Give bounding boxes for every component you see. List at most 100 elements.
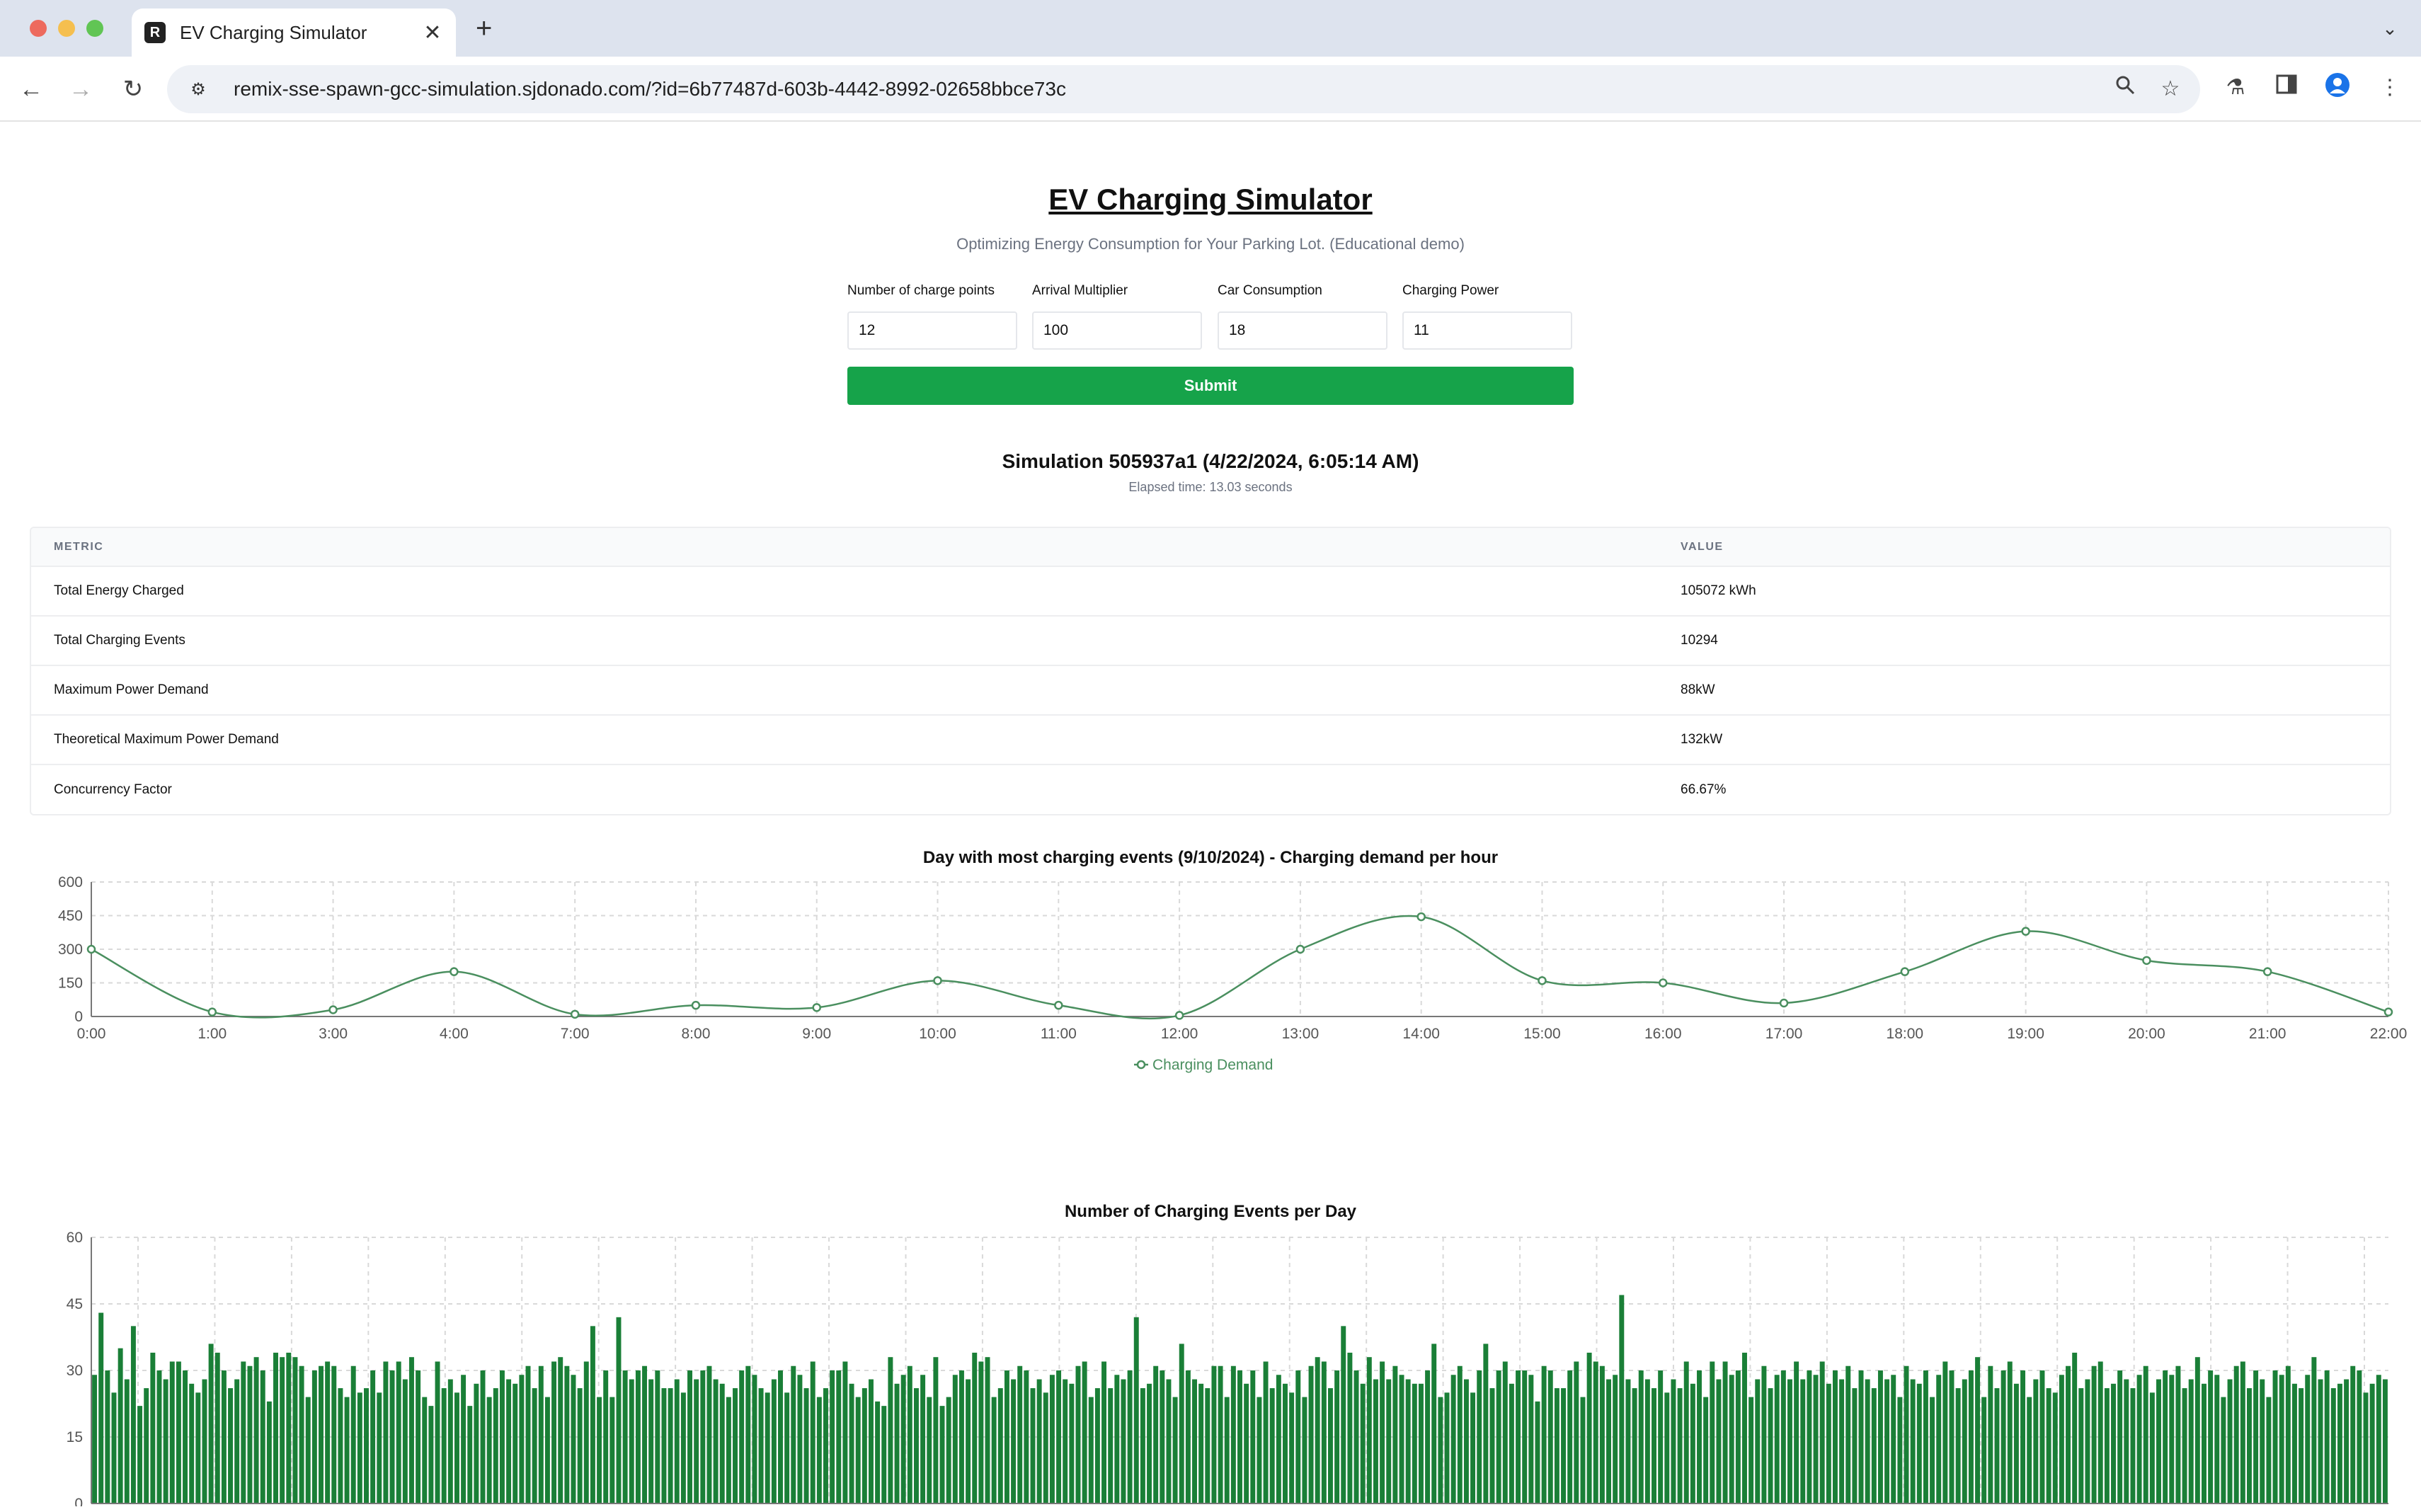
- bar: [377, 1392, 382, 1504]
- arrival-multiplier-input[interactable]: [1032, 311, 1202, 350]
- bar: [616, 1317, 622, 1504]
- x-tick-label: 20:00: [2128, 1026, 2165, 1042]
- bar: [1884, 1379, 1890, 1504]
- bar: [1871, 1388, 1877, 1504]
- more-menu-icon[interactable]: ⋮: [2374, 72, 2405, 103]
- new-tab-icon[interactable]: +: [476, 13, 492, 45]
- forward-arrow-icon[interactable]: →: [65, 74, 96, 105]
- bar: [2104, 1388, 2110, 1504]
- address-bar[interactable]: ⚙ remix-sse-spawn-gcc-simulation.sjdonad…: [167, 65, 2200, 113]
- bar: [1535, 1401, 1540, 1504]
- bar: [2272, 1370, 2278, 1504]
- bar: [1444, 1392, 1450, 1504]
- browser-tab[interactable]: R EV Charging Simulator ✕: [132, 8, 456, 57]
- bar: [597, 1397, 602, 1504]
- bar: [2350, 1365, 2356, 1504]
- side-panel-icon[interactable]: [2271, 72, 2302, 103]
- bar: [2357, 1370, 2362, 1504]
- bar: [1211, 1365, 1217, 1504]
- charge-points-input[interactable]: [847, 311, 1017, 350]
- bar: [784, 1392, 790, 1504]
- bar: [958, 1370, 964, 1504]
- bar: [111, 1392, 117, 1504]
- bar: [280, 1357, 285, 1504]
- profile-avatar-icon[interactable]: [2322, 72, 2353, 103]
- browser-toolbar: ← → ↻ ⚙ remix-sse-spawn-gcc-simulation.s…: [0, 57, 2421, 122]
- bar: [2124, 1379, 2129, 1504]
- bar: [694, 1379, 699, 1504]
- bar: [2330, 1388, 2336, 1504]
- bookmark-star-icon[interactable]: ☆: [2155, 74, 2186, 105]
- bar: [1664, 1392, 1670, 1504]
- x-tick-label: 1:00: [198, 1026, 227, 1042]
- bar: [1418, 1383, 1424, 1504]
- zoom-icon[interactable]: [2110, 74, 2141, 105]
- x-tick-label: 18:00: [1887, 1026, 1924, 1042]
- bar: [1366, 1357, 1372, 1504]
- bar: [2233, 1365, 2239, 1504]
- bar: [1172, 1397, 1178, 1504]
- charging-power-input[interactable]: [1402, 311, 1572, 350]
- bar: [1683, 1361, 1689, 1504]
- bar: [2149, 1392, 2155, 1504]
- bar: [590, 1326, 595, 1504]
- bar: [875, 1401, 881, 1504]
- remix-favicon-icon: R: [144, 22, 166, 43]
- bar: [1703, 1397, 1709, 1504]
- bar: [1327, 1388, 1333, 1504]
- bar: [2253, 1370, 2259, 1504]
- bar: [1729, 1375, 1734, 1504]
- bar: [1949, 1370, 1954, 1504]
- bar: [1710, 1361, 1715, 1504]
- window-zoom-button[interactable]: [86, 20, 103, 37]
- bar: [1425, 1370, 1431, 1504]
- metric-name: Total Energy Charged: [31, 566, 1681, 616]
- bar: [1380, 1361, 1385, 1504]
- bar: [1891, 1375, 1896, 1504]
- labs-flask-icon[interactable]: ⚗: [2220, 72, 2251, 103]
- reload-icon[interactable]: ↻: [118, 74, 149, 105]
- car-consumption-input[interactable]: [1218, 311, 1387, 350]
- window-minimize-button[interactable]: [58, 20, 75, 37]
- site-settings-icon[interactable]: ⚙: [184, 75, 212, 103]
- y-tick-label: 450: [58, 908, 83, 924]
- data-point: [86, 944, 96, 954]
- bar: [571, 1375, 576, 1504]
- tab-close-icon[interactable]: ✕: [422, 21, 443, 45]
- bar: [1768, 1388, 1773, 1504]
- x-tick-label: 10:00: [919, 1026, 956, 1042]
- bar: [474, 1383, 479, 1504]
- bar: [202, 1379, 207, 1504]
- back-arrow-icon[interactable]: ←: [16, 74, 47, 105]
- bar: [1114, 1375, 1120, 1504]
- url-text[interactable]: remix-sse-spawn-gcc-simulation.sjdonado.…: [234, 78, 2110, 101]
- bar: [1257, 1397, 1262, 1504]
- x-tick-label: 22:00: [2370, 1026, 2408, 1042]
- submit-button[interactable]: Submit: [847, 367, 1574, 405]
- page-title: EV Charging Simulator: [1048, 183, 1373, 216]
- metrics-table: METRIC VALUE Total Energy Charged 105072…: [30, 527, 2391, 815]
- bar: [1024, 1370, 1029, 1504]
- bar: [396, 1361, 401, 1504]
- bar: [493, 1388, 498, 1504]
- bar: [1269, 1388, 1275, 1504]
- bar: [2285, 1365, 2291, 1504]
- bar: [1554, 1388, 1559, 1504]
- charging-power-label: Charging Power: [1402, 283, 1499, 298]
- bar: [92, 1375, 98, 1504]
- bar: [2066, 1365, 2071, 1504]
- bar: [2240, 1361, 2245, 1504]
- bar: [1593, 1361, 1598, 1504]
- window-close-button[interactable]: [30, 20, 47, 37]
- bar: [1108, 1388, 1114, 1504]
- bar: [1075, 1365, 1081, 1504]
- bar: [176, 1361, 181, 1504]
- bar: [331, 1365, 337, 1504]
- bar: [1069, 1383, 1075, 1504]
- bar: [558, 1357, 563, 1504]
- bar: [383, 1361, 389, 1504]
- bar: [564, 1365, 570, 1504]
- tab-search-chevron-icon[interactable]: ⌄: [2376, 14, 2404, 42]
- data-point: [2383, 1007, 2393, 1016]
- bar: [2305, 1375, 2311, 1504]
